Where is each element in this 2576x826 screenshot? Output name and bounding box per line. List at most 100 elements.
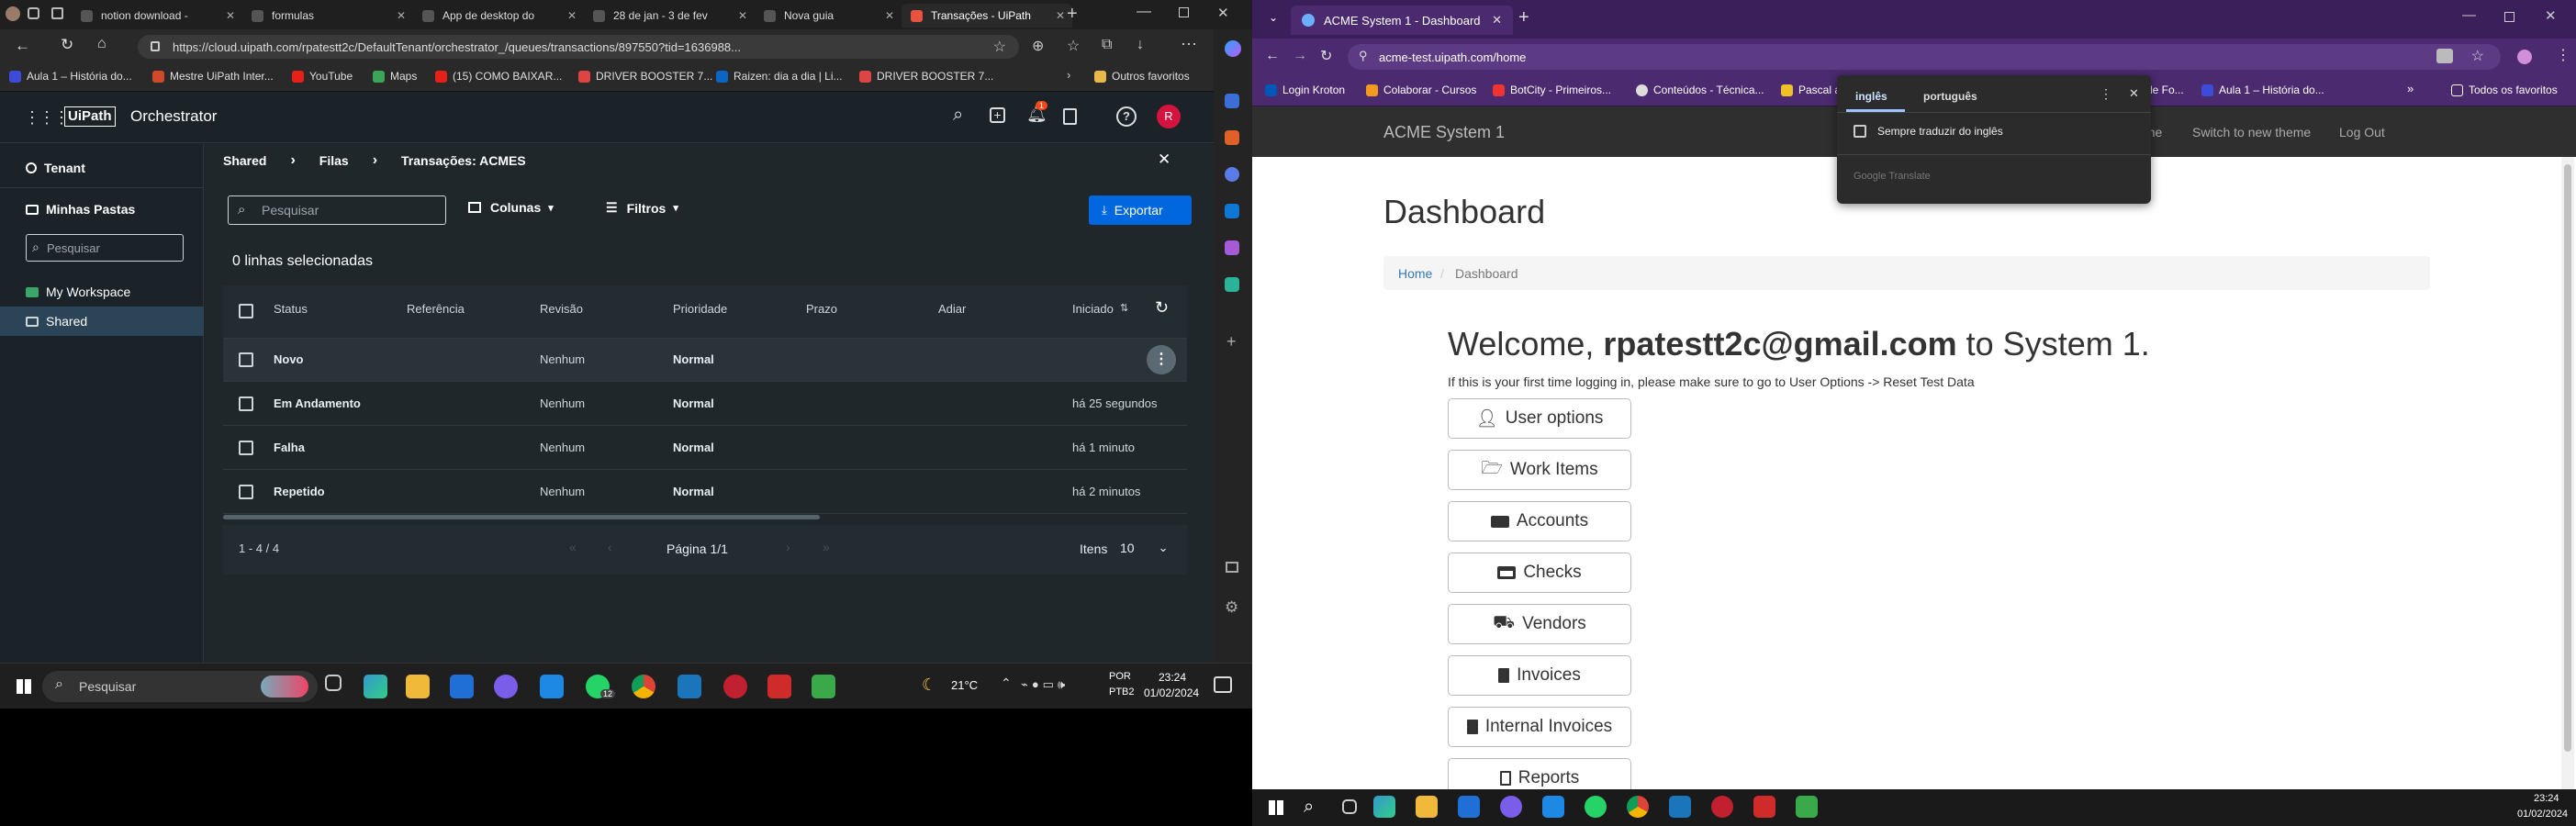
extensions-icon[interactable]: ⊕: [1032, 37, 1044, 55]
sidebar-app-icon[interactable]: [1225, 240, 1239, 255]
reload-icon[interactable]: ↻: [1320, 47, 1332, 65]
columns-button[interactable]: Colunas ▾: [468, 200, 554, 215]
search-icon[interactable]: ⌕: [953, 105, 963, 126]
vendors-button[interactable]: ⛟ Vendors: [1448, 604, 1631, 644]
sidebar-app-icon[interactable]: [1225, 94, 1239, 108]
taskbar-date[interactable]: 01/02/2024: [1144, 686, 1199, 699]
invoices-button[interactable]: Invoices: [1448, 655, 1631, 696]
accounts-button[interactable]: Accounts: [1448, 501, 1631, 541]
studio-app-icon[interactable]: [1669, 796, 1691, 818]
always-translate-checkbox[interactable]: [1854, 125, 1866, 138]
sidebar-app-icon[interactable]: [1225, 277, 1239, 292]
bookmark-aula1[interactable]: Aula 1 – História do...: [9, 70, 132, 83]
explorer-app-icon[interactable]: [1416, 796, 1438, 818]
add-icon[interactable]: +: [990, 107, 1005, 123]
bookmarks-overflow-icon[interactable]: ›: [1067, 68, 1070, 82]
app-icon[interactable]: [1753, 796, 1775, 818]
close-icon[interactable]: ✕: [2129, 86, 2139, 101]
bookmark-todos-favoritos[interactable]: Todos os favoritos: [2451, 84, 2558, 96]
chrome-app-icon[interactable]: [1627, 796, 1649, 818]
back-icon[interactable]: ←: [15, 37, 30, 55]
tray-icons[interactable]: ⌁●▭🕪︎: [1021, 677, 1069, 692]
close-tab-icon[interactable]: ✕: [885, 9, 894, 22]
table-row[interactable]: Repetido Nenhum Normal há 2 minutos: [223, 471, 1187, 514]
downloads-icon[interactable]: ↓: [1137, 37, 1144, 53]
apps-grid-icon[interactable]: ⋮⋮⋮: [24, 108, 70, 128]
task-view-icon[interactable]: [1342, 799, 1357, 814]
sidebar-app-icon[interactable]: [1225, 204, 1239, 218]
acme-brand[interactable]: ACME System 1: [1383, 123, 1505, 142]
new-tab-icon[interactable]: +: [1518, 7, 1529, 28]
start-icon[interactable]: [1269, 800, 1283, 815]
split-screen-icon[interactable]: [1226, 562, 1238, 573]
items-per-page-select[interactable]: 10 ⌄: [1120, 536, 1175, 560]
avatar[interactable]: R: [1157, 105, 1181, 128]
sidebar-my-folders[interactable]: Minhas Pastas: [26, 202, 135, 217]
column-status[interactable]: Status: [274, 302, 308, 316]
site-info-icon[interactable]: ⚲: [1359, 49, 1368, 63]
row-checkbox[interactable]: [239, 441, 253, 455]
bookmarks-overflow-icon[interactable]: »: [2407, 82, 2414, 95]
table-row[interactable]: Novo Nenhum Normal ⋮: [223, 339, 1187, 382]
whatsapp-app-icon[interactable]: [1585, 796, 1607, 818]
taskbar-time[interactable]: 23:24: [2534, 793, 2559, 804]
column-iniciado[interactable]: Iniciado: [1072, 302, 1114, 316]
close-tab-icon[interactable]: ✕: [567, 9, 577, 22]
bookmark-mestre-uipath[interactable]: Mestre UiPath Inter...: [152, 70, 274, 83]
mail-app-icon[interactable]: [450, 675, 474, 698]
chrome-app-icon[interactable]: [632, 675, 655, 698]
row-more-icon[interactable]: ⋮: [1147, 345, 1176, 374]
translate-icon[interactable]: [2436, 49, 2453, 63]
lang-primary[interactable]: POR: [1109, 671, 1131, 682]
tab-new[interactable]: Nova guia ✕: [755, 4, 902, 28]
bookmark-youtube[interactable]: YouTube: [292, 70, 353, 83]
tray-chevron-icon[interactable]: ⌃: [1001, 675, 1012, 691]
app-icon[interactable]: [1500, 796, 1522, 818]
sidebar-item-shared[interactable]: Shared: [0, 307, 204, 336]
favorites-icon[interactable]: ☆: [1067, 37, 1080, 55]
close-tab-icon[interactable]: ✕: [738, 9, 747, 22]
left-url-field[interactable]: https://cloud.uipath.com/rpatestt2c/Defa…: [138, 35, 1019, 59]
maximize-icon[interactable]: [1179, 7, 1189, 17]
task-view-icon[interactable]: [325, 675, 342, 691]
bookmark-como-baixar[interactable]: (15) COMO BAIXAR...: [435, 70, 562, 83]
vscode-app-icon[interactable]: [1542, 796, 1564, 818]
app-icon[interactable]: [494, 675, 518, 698]
checks-button[interactable]: Checks: [1448, 553, 1631, 593]
tab-app-desktop[interactable]: App de desktop do ✕: [413, 4, 584, 28]
tab-acme-dashboard[interactable]: ACME System 1 - Dashboard ✕: [1291, 6, 1513, 35]
sidebar-app-icon[interactable]: [1225, 130, 1239, 145]
close-window-icon[interactable]: ✕: [1217, 5, 1229, 21]
tab-formulas[interactable]: formulas ✕: [242, 4, 413, 28]
taskbar-search[interactable]: ⌕ Pesquisar: [42, 671, 318, 702]
right-url-field[interactable]: ⚲ acme-test.uipath.com/home ☆: [1348, 44, 2501, 70]
bookmark-conteudos[interactable]: Conteúdos - Técnica...: [1636, 84, 1764, 96]
column-revisao[interactable]: Revisão: [540, 302, 583, 316]
minimize-icon[interactable]: —: [2462, 7, 2476, 23]
more-icon[interactable]: ⋮: [2556, 46, 2570, 64]
home-icon[interactable]: ⌂: [97, 36, 106, 52]
reload-icon[interactable]: ↻: [61, 36, 73, 54]
docs-icon[interactable]: [1063, 108, 1077, 125]
studio-app-icon[interactable]: [678, 675, 701, 698]
select-all-checkbox[interactable]: [239, 304, 253, 318]
minimize-icon[interactable]: —: [1137, 4, 1151, 20]
translate-tab-from[interactable]: inglês: [1855, 90, 1887, 103]
new-tab-icon[interactable]: +: [1067, 4, 1078, 25]
search-icon[interactable]: ⌕: [1304, 797, 1314, 818]
explorer-app-icon[interactable]: [406, 675, 430, 698]
bookmark-maps[interactable]: Maps: [373, 70, 417, 83]
more-icon[interactable]: ⋯: [1181, 35, 1197, 54]
user-options-button[interactable]: 👤︎ User options: [1448, 398, 1631, 439]
column-prazo[interactable]: Prazo: [806, 302, 837, 316]
star-icon[interactable]: ☆: [2471, 47, 2484, 65]
app-icon[interactable]: [723, 675, 747, 698]
row-checkbox[interactable]: [239, 352, 253, 367]
translate-tab-to[interactable]: português: [1923, 90, 1977, 103]
page-scrollbar[interactable]: [2561, 157, 2574, 789]
taskbar-date[interactable]: 01/02/2024: [2517, 809, 2568, 820]
maximize-icon[interactable]: [2504, 12, 2514, 22]
app-icon[interactable]: [812, 675, 835, 698]
last-page-icon[interactable]: »: [823, 540, 830, 554]
transactions-search-input[interactable]: ⌕ Pesquisar: [228, 195, 446, 225]
